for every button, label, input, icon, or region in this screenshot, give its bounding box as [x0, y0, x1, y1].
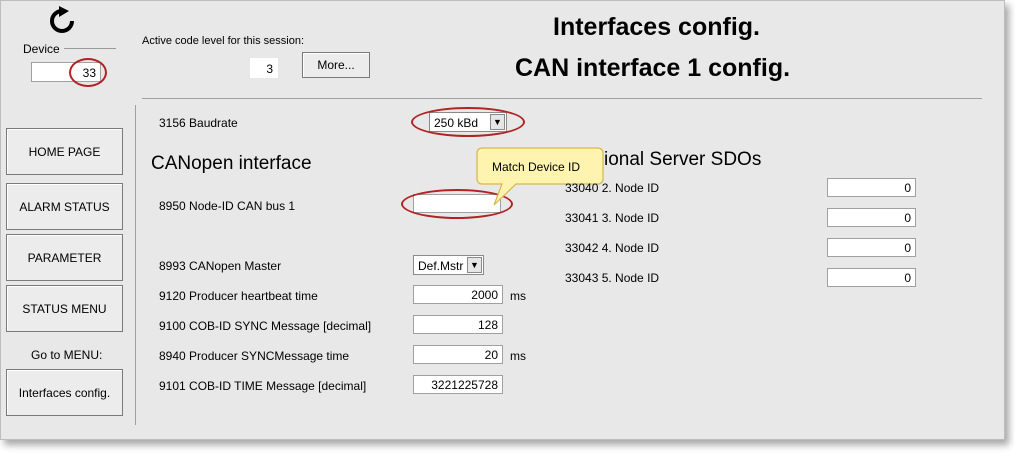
- header-divider: [142, 98, 982, 99]
- device-divider: [64, 48, 116, 49]
- cob-time-field[interactable]: 3221225728: [413, 375, 503, 394]
- heartbeat-field[interactable]: 2000: [413, 285, 503, 304]
- sdo-node-3-label: 33041 3. Node ID: [565, 211, 660, 225]
- sdo-node-5-label: 33043 5. Node ID: [565, 271, 660, 285]
- code-level-label: Active code level for this session:: [142, 35, 305, 47]
- sdo-node-4-field[interactable]: 0: [827, 238, 916, 257]
- sdo-node-2-field[interactable]: 0: [827, 178, 916, 197]
- device-highlight: [69, 58, 107, 87]
- sidebar-item-status-menu[interactable]: STATUS MENU: [6, 285, 123, 332]
- page-subtitle: CAN interface 1 config.: [515, 54, 791, 82]
- sidebar-item-parameter[interactable]: PARAMETER: [6, 234, 123, 281]
- chevron-down-icon[interactable]: ▼: [467, 257, 482, 273]
- sdo-node-3-field[interactable]: 0: [827, 208, 916, 227]
- sdo-node-4-label: 33042 4. Node ID: [565, 241, 660, 255]
- code-level-field: 3: [250, 58, 278, 78]
- sdo-section-title: ional Server SDOs: [604, 149, 762, 170]
- app-window: Device 33 Active code level for this ses…: [0, 0, 1005, 440]
- baudrate-label: 3156 Baudrate: [159, 116, 238, 130]
- node-id-label: 8950 Node-ID CAN bus 1: [159, 199, 296, 213]
- goto-menu-label: Go to MENU:: [31, 348, 103, 362]
- canopen-master-value: Def.Mstr: [418, 259, 464, 273]
- heartbeat-unit: ms: [510, 289, 526, 303]
- cob-sync-field[interactable]: 128: [413, 315, 503, 334]
- sdo-node-2-label: 33040 2. Node ID: [565, 181, 660, 195]
- device-label: Device: [23, 42, 60, 56]
- sdo-node-5-field[interactable]: 0: [827, 268, 916, 287]
- tooltip-text: Match Device ID: [492, 160, 581, 174]
- cob-sync-label: 9100 COB-ID SYNC Message [decimal]: [159, 319, 372, 333]
- sidebar-divider: [135, 105, 136, 425]
- page-title: Interfaces config.: [553, 13, 760, 41]
- heartbeat-label: 9120 Producer heartbeat time: [159, 289, 318, 303]
- canopen-master-label: 8993 CANopen Master: [159, 259, 282, 273]
- tooltip: Match Device ID: [476, 147, 604, 206]
- canopen-section-title: CANopen interface: [151, 153, 312, 174]
- more-button[interactable]: More...: [302, 52, 370, 78]
- canopen-master-select[interactable]: Def.Mstr ▼: [413, 255, 484, 275]
- cob-time-label: 9101 COB-ID TIME Message [decimal]: [159, 379, 367, 393]
- sync-time-unit: ms: [510, 349, 526, 363]
- sync-time-field[interactable]: 20: [413, 345, 503, 364]
- goto-interfaces-config-button[interactable]: Interfaces config.: [6, 369, 123, 416]
- sync-time-label: 8940 Producer SYNCMessage time: [159, 349, 350, 363]
- sidebar-item-alarm-status[interactable]: ALARM STATUS: [6, 183, 123, 230]
- sidebar-item-home-page[interactable]: HOME PAGE: [6, 128, 123, 175]
- baudrate-highlight: [411, 107, 525, 137]
- refresh-icon[interactable]: [47, 6, 77, 36]
